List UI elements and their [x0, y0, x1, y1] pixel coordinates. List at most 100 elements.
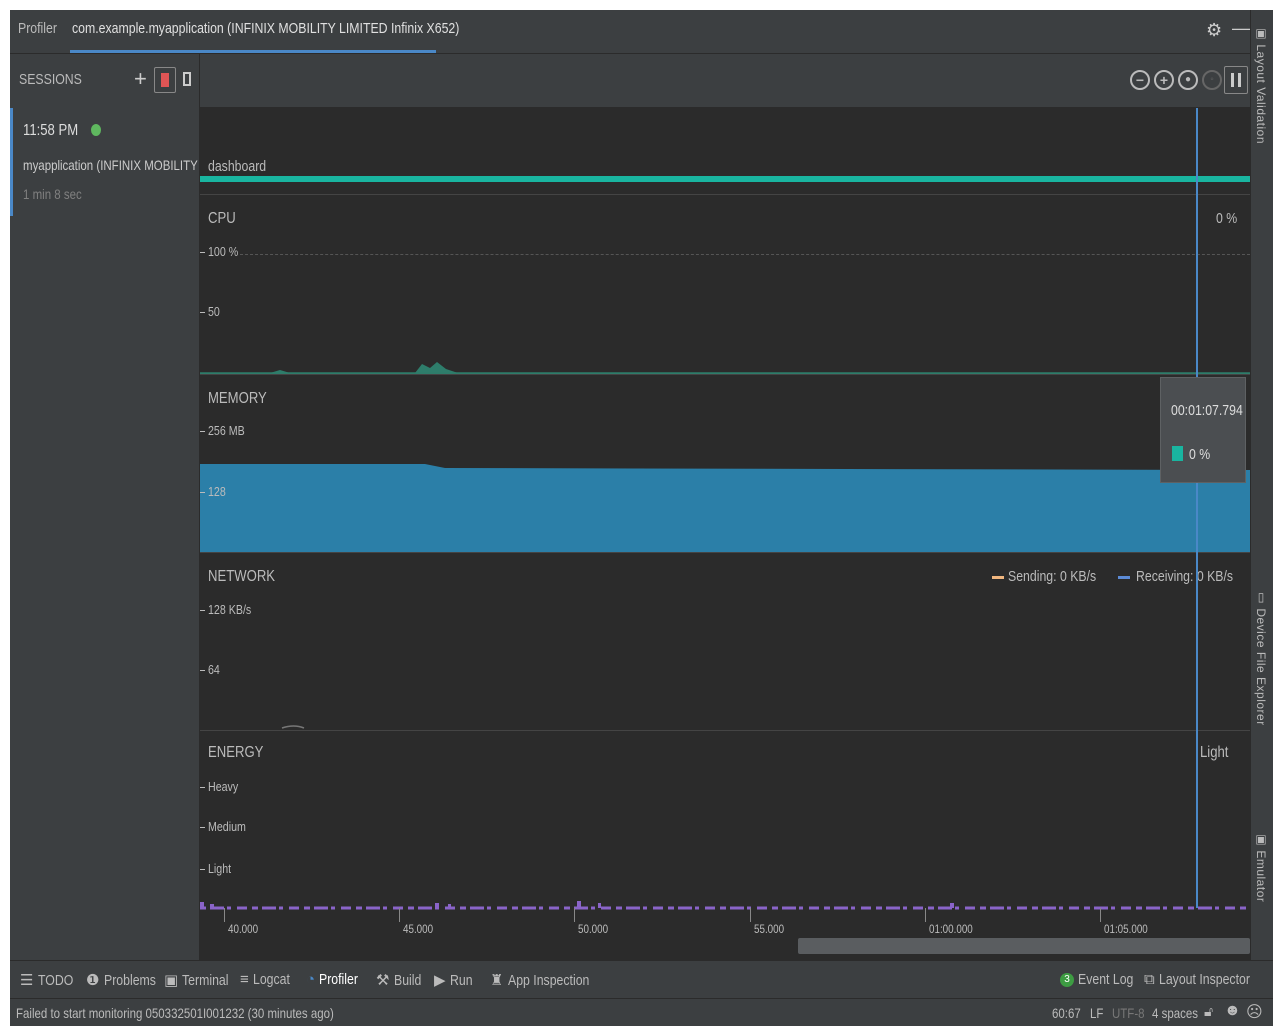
time-tick-label: 45.000: [403, 922, 434, 936]
sessions-panel: 11:58 PM myapplication (INFINIX MOBILITY…: [10, 108, 217, 960]
run-tool[interactable]: ▶ Run: [434, 971, 477, 989]
logcat-icon: ≡: [240, 971, 249, 988]
memory-tick-256: 256 MB: [200, 423, 253, 438]
time-axis: 40.000 45.000 50.000 55.000 01:00.000 01…: [200, 908, 1250, 938]
sessions-title: SESSIONS: [19, 71, 82, 88]
stop-icon: [161, 73, 169, 87]
time-tick: [574, 908, 575, 922]
smile-icon[interactable]: ☻: [1224, 1002, 1241, 1020]
emulator-tool[interactable]: ▣ Emulator: [1254, 832, 1268, 902]
session-item[interactable]: 11:58 PM myapplication (INFINIX MOBILITY…: [10, 108, 217, 216]
indent-setting[interactable]: 4 spaces: [1152, 1005, 1208, 1021]
tooltip: 00:01:07.794 0 %: [1160, 377, 1246, 483]
logcat-tool[interactable]: ≡ Logcat: [240, 971, 298, 988]
timeline-scrollbar[interactable]: [798, 938, 1250, 954]
energy-value: Light: [1200, 744, 1229, 761]
layout-inspector-icon: ⧉: [1144, 971, 1155, 988]
time-tick: [1100, 908, 1101, 922]
layout-inspector-tool[interactable]: ⧉ Layout Inspector: [1144, 971, 1270, 988]
zoom-to-selection-icon: ◦: [1202, 70, 1222, 90]
tooltip-value: 0 %: [1189, 446, 1211, 463]
monitors-area: dashboard CPU 0 % 100 % 50 MEMORY 256 MB…: [200, 108, 1250, 960]
build-tool[interactable]: ⚒ Build: [376, 971, 427, 989]
settings-gear-icon[interactable]: ⚙: [1206, 20, 1222, 41]
device-file-explorer-tool[interactable]: ▯ Device File Explorer: [1254, 590, 1268, 726]
collapse-panel-icon[interactable]: [183, 72, 191, 86]
tab-profiler[interactable]: Profiler: [18, 20, 66, 37]
network-title: NETWORK: [208, 568, 276, 585]
cpu-value: 0 %: [1216, 210, 1238, 227]
time-tick: [399, 908, 400, 922]
energy-monitor[interactable]: ENERGY Light Heavy Medium Light: [200, 730, 1250, 920]
sending-legend: Sending: 0 KB/s: [1008, 568, 1097, 585]
time-tick-label: 55.000: [754, 922, 785, 936]
frown-icon[interactable]: ☹: [1246, 1002, 1263, 1022]
timeline-cursor[interactable]: [1196, 108, 1198, 908]
tool-window-tab-bar: Profiler com.example.myapplication (INFI…: [10, 10, 1250, 54]
reset-zoom-icon[interactable]: ●: [1178, 70, 1198, 90]
network-tick-64: 64: [200, 662, 222, 677]
time-tick: [750, 908, 751, 922]
terminal-tool[interactable]: ▣ Terminal: [164, 971, 239, 989]
pause-bar-left: [1231, 73, 1234, 87]
time-tick-label: 01:05.000: [1104, 922, 1148, 936]
pause-live-button[interactable]: [1224, 66, 1248, 94]
pause-bar-right: [1238, 73, 1241, 87]
receiving-legend: Receiving: 0 KB/s: [1136, 568, 1234, 585]
network-usage-graph: [281, 725, 305, 729]
gauge-icon: ◔: [306, 971, 316, 988]
cpu-monitor[interactable]: CPU 0 % 100 % 50: [200, 194, 1250, 374]
receiving-legend-swatch: [1118, 576, 1130, 579]
problems-tool[interactable]: ❶ Problems: [86, 971, 167, 989]
memory-tick-128: 128: [200, 484, 230, 499]
stop-recording-button[interactable]: [154, 67, 176, 93]
cpu-max-line: [240, 254, 1250, 255]
tab-app-session[interactable]: com.example.myapplication (INFINIX MOBIL…: [72, 20, 544, 37]
memory-usage-graph: [200, 464, 1250, 552]
time-tick-label: 40.000: [228, 922, 259, 936]
cpu-usage-graph: [200, 362, 1250, 374]
event-log-badge: 3: [1060, 973, 1074, 988]
inspection-icon: ♜: [490, 972, 504, 989]
time-tick: [224, 908, 225, 922]
line-separator[interactable]: LF: [1090, 1005, 1106, 1021]
cpu-tick-100: 100 %: [200, 244, 245, 259]
sessions-header: SESSIONS +: [10, 54, 200, 108]
status-bar: Failed to start monitoring 050332501I001…: [10, 998, 1273, 1026]
tooltip-time: 00:01:07.794: [1171, 402, 1243, 419]
event-log-tool[interactable]: 3 Event Log: [1060, 971, 1146, 988]
memory-monitor[interactable]: MEMORY 256 MB 128: [200, 374, 1250, 552]
minimize-icon[interactable]: —: [1232, 18, 1250, 39]
profiler-toolbar: − + ● ◦: [200, 54, 1250, 108]
zoom-in-icon[interactable]: +: [1154, 70, 1174, 90]
app-inspection-tool[interactable]: ♜ App Inspection: [490, 971, 607, 989]
memory-title: MEMORY: [208, 390, 267, 407]
cpu-tick-50: 50: [200, 304, 222, 319]
activity-label: dashboard: [208, 158, 267, 175]
sending-legend-swatch: [992, 576, 1004, 579]
time-tick-label: 50.000: [578, 922, 609, 936]
play-icon: ▶: [434, 972, 446, 989]
live-status-dot: [91, 124, 101, 136]
todo-tool[interactable]: ☰ TODO: [20, 971, 81, 989]
hammer-icon: ⚒: [376, 972, 390, 989]
zoom-out-icon[interactable]: −: [1130, 70, 1150, 90]
bottom-tool-bar: ☰ TODO ❶ Problems ▣ Terminal ≡ Logcat ◔ …: [10, 960, 1273, 998]
energy-title: ENERGY: [208, 744, 264, 761]
profiler-tool[interactable]: ◔ Profiler: [306, 971, 367, 988]
network-monitor[interactable]: NETWORK Sending: 0 KB/s Receiving: 0 KB/…: [200, 552, 1250, 730]
energy-tick-light: Light: [200, 861, 236, 876]
add-session-icon[interactable]: +: [134, 66, 147, 92]
session-time: 11:58 PM: [23, 122, 79, 139]
file-encoding: UTF-8: [1112, 1005, 1145, 1021]
lock-icon[interactable]: 🔓︎: [1204, 1003, 1213, 1020]
session-duration: 1 min 8 sec: [23, 186, 82, 202]
time-tick-label: 01:00.000: [929, 922, 973, 936]
layout-validation-tool[interactable]: ▣ Layout Validation: [1254, 26, 1268, 144]
status-message[interactable]: Failed to start monitoring 050332501I001…: [16, 1005, 404, 1021]
list-icon: ☰: [20, 972, 34, 989]
caret-position[interactable]: 60:67: [1052, 1005, 1087, 1021]
terminal-icon: ▣: [164, 972, 179, 989]
active-tab-indicator: [70, 50, 436, 53]
right-tool-strip: ▣ Layout Validation ▯ Device File Explor…: [1250, 10, 1273, 960]
